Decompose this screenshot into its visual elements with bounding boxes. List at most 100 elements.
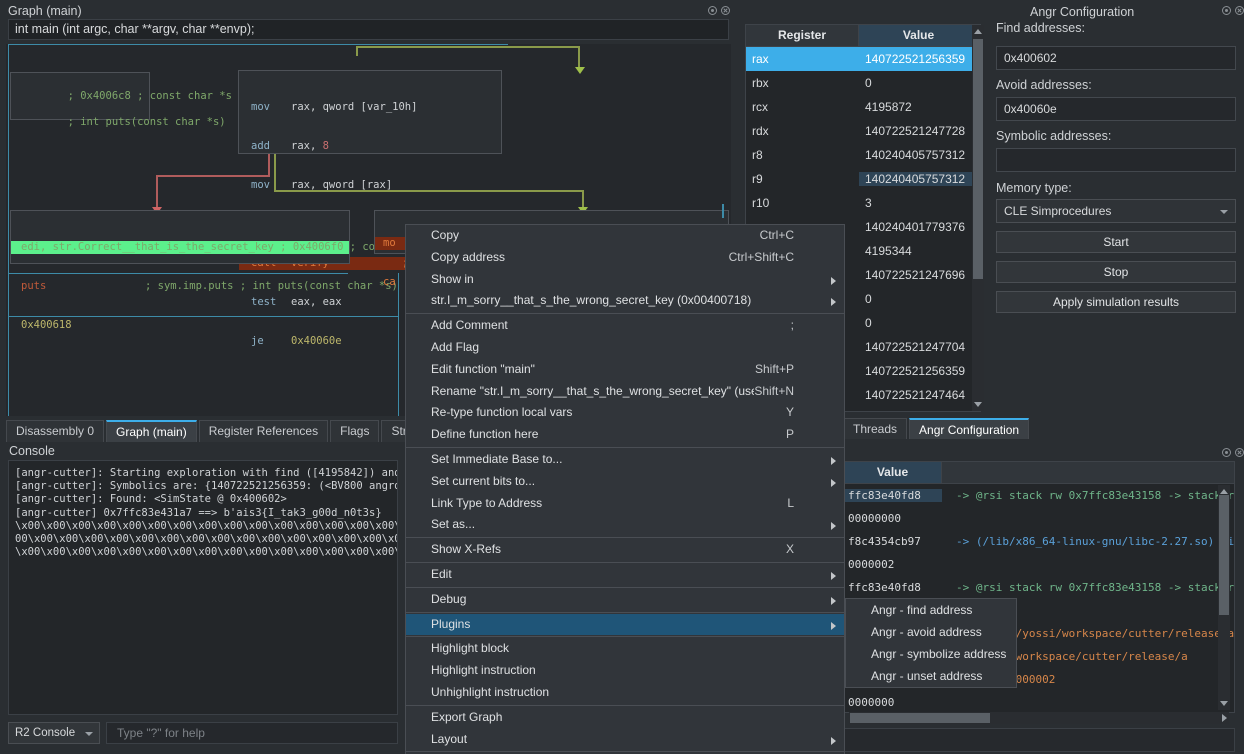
menu-item-layout[interactable]: Layout xyxy=(406,729,844,751)
tab-flags[interactable]: Flags xyxy=(330,420,380,442)
scroll-right-icon[interactable] xyxy=(1222,714,1227,722)
scroll-up-icon[interactable] xyxy=(974,29,982,34)
stack-row[interactable]: f8c4354cb97 -> (/lib/x86_64-linux-gnu/lib… xyxy=(844,530,1234,553)
chevron-right-icon xyxy=(831,298,836,307)
stack-row[interactable]: 00000000 xyxy=(844,507,1234,530)
apply-simulation-results-button[interactable]: Apply simulation results xyxy=(996,291,1236,313)
float-icon[interactable] xyxy=(708,6,717,15)
puts-address: 0x400618 xyxy=(21,319,72,331)
register-row[interactable]: rax 140722521256359 xyxy=(746,47,980,71)
menu-item-label: Add Comment xyxy=(431,318,508,333)
close-icon[interactable] xyxy=(1235,6,1244,15)
menu-item-show-x-refs[interactable]: Show X-Refs X xyxy=(406,539,844,561)
console-mode-select[interactable]: R2 Console xyxy=(8,722,100,744)
submenu-item-angr-find-address[interactable]: Angr - find address xyxy=(846,599,1016,621)
stack-row[interactable]: ffc83e40fd8 -> @rsi stack rw 0x7ffc83e431… xyxy=(844,576,1234,599)
menu-item-plugins[interactable]: Plugins xyxy=(406,613,844,636)
symbolic-addresses-input[interactable] xyxy=(996,148,1236,172)
column-header-register[interactable]: Register xyxy=(746,25,859,47)
tab-threads[interactable]: Threads xyxy=(843,418,908,439)
menu-item-show-in[interactable]: Show in xyxy=(406,269,844,291)
tab-angr-configuration[interactable]: Angr Configuration xyxy=(909,418,1030,439)
stop-button[interactable]: Stop xyxy=(996,261,1236,283)
plugins-submenu[interactable]: Angr - find address Angr - avoid address A… xyxy=(845,598,1017,688)
menu-item-label: Debug xyxy=(431,591,467,606)
scrollbar-thumb[interactable] xyxy=(850,713,990,723)
node-row-highlight[interactable]: edi, str.Correct__that_is_the_secret_key… xyxy=(11,241,445,254)
start-button[interactable]: Start xyxy=(996,231,1236,253)
register-value: 4195872 xyxy=(865,100,912,114)
context-menu[interactable]: Copy Ctrl+C Copy address Ctrl+Shift+C Show i… xyxy=(405,224,845,754)
scroll-down-icon[interactable] xyxy=(974,402,982,407)
register-row[interactable]: rbx 0 xyxy=(746,71,980,95)
column-header-value[interactable]: Value xyxy=(859,25,979,47)
menu-item-highlight-instruction[interactable]: Highlight instruction xyxy=(406,660,844,682)
tab-graph-main[interactable]: Graph (main) xyxy=(106,420,197,442)
stack-tab-bar[interactable]: Threads Angr Configuration xyxy=(843,418,1031,439)
tab-register-references[interactable]: Register References xyxy=(198,420,329,442)
register-value: 140722521256359 xyxy=(865,364,966,378)
float-icon[interactable] xyxy=(1222,6,1231,15)
menu-item-shortcut: L xyxy=(787,495,794,510)
graph-tab-bar[interactable]: Disassembly 0 Graph (main) Register Refere… xyxy=(6,420,487,442)
register-name: rcx xyxy=(752,100,768,114)
registers-scrollbar[interactable] xyxy=(972,25,984,411)
menu-item-define-function-here[interactable]: Define function here P xyxy=(406,424,844,446)
menu-item-link-type-to-address[interactable]: Link Type to Address L xyxy=(406,493,844,515)
console-output[interactable]: [angr-cutter]: Starting exploration with… xyxy=(8,460,398,715)
menu-item-debug[interactable]: Debug xyxy=(406,589,844,611)
function-signature[interactable]: int main (int argc, char **argv, char **… xyxy=(8,19,729,40)
registers-header: Register Value xyxy=(746,25,980,47)
graph-node-verify[interactable]: mov rax, qword [var_10h] add rax, 8 mov rax… xyxy=(238,70,503,347)
menu-separator xyxy=(406,586,844,588)
menu-item-add-flag[interactable]: Add Flag xyxy=(406,337,844,359)
scroll-down-icon[interactable] xyxy=(1220,701,1228,706)
float-icon[interactable] xyxy=(1222,448,1231,457)
memory-type-select[interactable]: CLE Simprocedures xyxy=(996,199,1236,223)
close-icon[interactable] xyxy=(1235,448,1244,457)
menu-item-copy-address[interactable]: Copy address Ctrl+Shift+C xyxy=(406,247,844,269)
graph-node-comment[interactable]: ; 0x4006c8 ; const char *s ; int puts(co… xyxy=(10,72,232,128)
close-icon[interactable] xyxy=(721,6,730,15)
console-command-input[interactable]: Type "?" for help xyxy=(106,722,398,744)
menu-item-str-i-m-sorry-that-s-the-wrong-secret-ke[interactable]: str.I_m_sorry__that_s_the_wrong_secret_k… xyxy=(406,290,844,312)
tab-disassembly-0[interactable]: Disassembly 0 xyxy=(6,420,105,442)
chevron-down-icon xyxy=(1220,210,1228,214)
column-header-value[interactable]: Value xyxy=(844,462,942,484)
menu-item-edit[interactable]: Edit xyxy=(406,564,844,586)
puts-call-label: puts xyxy=(21,280,47,292)
menu-item-add-comment[interactable]: Add Comment; xyxy=(406,315,844,337)
menu-item-set-current-bits-to[interactable]: Set current bits to... xyxy=(406,471,844,493)
menu-item-set-as[interactable]: Set as... xyxy=(406,514,844,536)
menu-item-unhighlight-instruction[interactable]: Unhighlight instruction xyxy=(406,682,844,704)
submenu-item-angr-symbolize-address[interactable]: Angr - symbolize address xyxy=(846,643,1016,665)
register-row[interactable]: rdx 140722521247728 xyxy=(746,119,980,143)
register-row[interactable]: r10 3 xyxy=(746,191,980,215)
menu-item-rename-str-i-m-sorry-that-s-the-wrong-se[interactable]: Rename "str.I_m_sorry__that_s_the_wrong_… xyxy=(406,381,844,403)
scroll-up-icon[interactable] xyxy=(1220,489,1228,494)
scrollbar-thumb[interactable] xyxy=(973,39,983,279)
register-row[interactable]: r9 140240405757312 xyxy=(746,167,980,191)
find-addresses-input[interactable]: 0x400602 xyxy=(996,46,1236,70)
menu-item-highlight-block[interactable]: Highlight block xyxy=(406,638,844,660)
menu-item-export-graph[interactable]: Export Graph xyxy=(406,707,844,729)
scrollbar-thumb[interactable] xyxy=(1219,495,1229,615)
register-row[interactable]: r8 140240405757312 xyxy=(746,143,980,167)
stack-row[interactable]: 0000000 xyxy=(844,691,1234,712)
column-header-detail[interactable] xyxy=(942,462,1234,484)
menu-item-set-immediate-base-to[interactable]: Set Immediate Base to... xyxy=(406,449,844,471)
menu-item-edit-function-main[interactable]: Edit function "main" Shift+P xyxy=(406,359,844,381)
submenu-item-angr-avoid-address[interactable]: Angr - avoid address xyxy=(846,621,1016,643)
stack-row[interactable]: ffc83e40fd8 -> @rsi stack rw 0x7ffc83e431… xyxy=(844,484,1234,507)
chevron-right-icon xyxy=(831,276,836,285)
submenu-item-label: Angr - symbolize address xyxy=(871,647,1007,661)
avoid-addresses-input[interactable]: 0x40060e xyxy=(996,97,1236,121)
register-row[interactable]: rcx 4195872 xyxy=(746,95,980,119)
submenu-item-angr-unset-address[interactable]: Angr - unset address xyxy=(846,665,1016,687)
stack-horizontal-scrollbar[interactable] xyxy=(849,712,1229,724)
stack-row[interactable]: 0000002 xyxy=(844,553,1234,576)
graph-node-puts[interactable]: edi, str.Correct__that_is_the_secret_key… xyxy=(10,210,445,331)
menu-item-copy[interactable]: Copy Ctrl+C xyxy=(406,225,844,247)
menu-item-re-type-function-local-vars[interactable]: Re-type function local vars Y xyxy=(406,402,844,424)
stack-vertical-scrollbar[interactable] xyxy=(1218,485,1230,710)
